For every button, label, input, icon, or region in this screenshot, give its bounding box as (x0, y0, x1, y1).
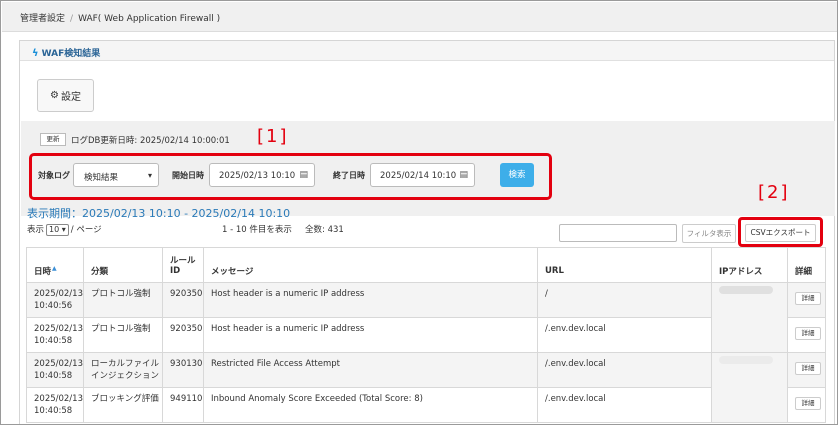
panel-header: ϟ WAF検知結果 (20, 41, 834, 61)
cell-rule-id: 920350 (162, 282, 204, 318)
detail-button[interactable]: 詳細 (795, 397, 821, 410)
end-datetime-input[interactable]: 2025/02/14 10:10 ▤ (370, 163, 475, 187)
calendar-icon[interactable]: ▤ (299, 170, 308, 180)
cell-category: プロトコル強制 (83, 282, 163, 318)
settings-button-label: 設定 (60, 92, 81, 103)
start-datetime-value: 2025/02/13 10:10 (219, 171, 296, 181)
show-label: 表示 (27, 225, 45, 235)
column-header-ip[interactable]: IPアドレス (711, 247, 788, 283)
cell-category: ブロッキング評価 (83, 387, 163, 423)
table-row: 2025/02/13 10:40:58 ローカルファイル インジェクション 9301… (26, 352, 826, 423)
cell-detail: 詳細 (787, 282, 826, 318)
cell-url: / (537, 282, 712, 318)
waf-result-table: 日時▲ 分類 ルール ID メッセージ URL IPアドレス 詳細 2025/02… (26, 247, 826, 423)
chevron-down-icon: ▾ (147, 171, 152, 180)
column-header-message[interactable]: メッセージ (203, 247, 538, 283)
breadcrumb-item-admin-settings[interactable]: 管理者設定 (20, 14, 65, 24)
total-count-text: 全数: 431 (305, 225, 344, 235)
cell-rule-id: 930130 (162, 352, 204, 388)
panel-title: WAF検知結果 (41, 49, 101, 59)
search-button[interactable]: 検索 (500, 163, 534, 187)
display-period: 表示期間：2025/02/13 10:10 - 2025/02/14 10:10 (27, 207, 291, 220)
annotation-label-2: [2] (758, 182, 790, 203)
table-row: 2025/02/13 10:40:58 ブロッキング評価 949110 Inbou… (26, 387, 826, 423)
target-log-select[interactable]: 検知結果 ▾ (73, 163, 159, 187)
start-datetime-input[interactable]: 2025/02/13 10:10 ▤ (209, 163, 315, 187)
cell-url: /.env.dev.local (537, 317, 712, 353)
end-datetime-label: 終了日時 (333, 171, 365, 180)
filter-display-button[interactable]: フィルタ表示 (682, 224, 736, 243)
cell-detail: 詳細 (787, 387, 826, 423)
update-button[interactable]: 更新 (40, 133, 66, 146)
cell-date: 2025/02/13 10:40:58 (26, 317, 84, 353)
column-header-detail: 詳細 (787, 247, 826, 283)
detail-button[interactable]: 詳細 (795, 327, 821, 340)
cell-detail: 詳細 (787, 317, 826, 353)
breadcrumb-separator: / (70, 14, 74, 24)
column-header-category[interactable]: 分類 (83, 247, 163, 283)
waf-icon: ϟ (32, 48, 39, 59)
start-datetime-label: 開始日時 (172, 171, 204, 180)
log-db-updated-text: ログDB更新日時: 2025/02/14 10:00:01 (71, 136, 230, 146)
record-range-text: 1 - 10 件目を表示 (222, 225, 292, 235)
ip-address-redacted (719, 286, 773, 294)
annotation-label-1: [1] (257, 126, 289, 147)
column-header-url[interactable]: URL (537, 247, 712, 283)
settings-button[interactable]: ⚙ 設定 (37, 79, 94, 112)
cell-ip (711, 352, 788, 423)
detail-button[interactable]: 詳細 (795, 362, 821, 375)
table-row: 2025/02/13 10:40:56 プロトコル強制 920350 Host h… (26, 282, 826, 353)
ip-address-redacted (719, 356, 773, 364)
calendar-icon[interactable]: ▤ (459, 170, 468, 180)
end-datetime-value: 2025/02/14 10:10 (380, 171, 457, 181)
per-page-label: / ページ (70, 225, 102, 235)
cell-url: /.env.dev.local (537, 387, 712, 423)
cell-category: ローカルファイル インジェクション (83, 352, 163, 388)
search-area: 更新 ログDB更新日時: 2025/02/14 10:00:01 対象ログ 検知… (21, 121, 835, 216)
page-size-select[interactable]: 10 ▾ (46, 224, 69, 236)
cell-message: Host header is a numeric IP address (203, 317, 538, 353)
breadcrumb-item-waf: WAF( Web Application Firewall ) (78, 14, 221, 24)
gear-icon: ⚙ (50, 90, 59, 101)
cell-category: プロトコル強制 (83, 317, 163, 353)
cell-message: Inbound Anomaly Score Exceeded (Total Sc… (203, 387, 538, 423)
cell-date: 2025/02/13 10:40:58 (26, 387, 84, 423)
target-log-value: 検知結果 (84, 173, 119, 183)
cell-rule-id: 920350 (162, 317, 204, 353)
table-header-row: 日時▲ 分類 ルール ID メッセージ URL IPアドレス 詳細 (26, 247, 826, 283)
window: 管理者設定 / WAF( Web Application Firewall ) ϟW… (0, 0, 838, 425)
cell-rule-id: 949110 (162, 387, 204, 423)
csv-export-button[interactable]: CSVエクスポート (745, 224, 816, 242)
search-filter-box: 対象ログ 検知結果 ▾ 開始日時 2025/02/13 10:10 ▤ 終了日時… (29, 153, 552, 200)
column-header-rule-id[interactable]: ルール ID (162, 247, 204, 283)
filter-input[interactable] (559, 224, 677, 242)
cell-ip (711, 282, 788, 353)
cell-message: Host header is a numeric IP address (203, 282, 538, 318)
sort-asc-icon: ▲ (52, 265, 57, 272)
cell-date: 2025/02/13 10:40:56 (26, 282, 84, 318)
cell-date: 2025/02/13 10:40:58 (26, 352, 84, 388)
cell-detail: 詳細 (787, 352, 826, 388)
breadcrumb: 管理者設定 / WAF( Web Application Firewall ) (2, 2, 837, 32)
table-row: 2025/02/13 10:40:58 プロトコル強制 920350 Host h… (26, 317, 826, 353)
page-size-control: 表示 10 ▾ / ページ (27, 223, 102, 236)
target-log-label: 対象ログ (38, 171, 70, 180)
column-header-date[interactable]: 日時▲ (26, 247, 84, 283)
detail-button[interactable]: 詳細 (795, 292, 821, 305)
cell-message: Restricted File Access Attempt (203, 352, 538, 388)
cell-url: /.env.dev.local (537, 352, 712, 388)
